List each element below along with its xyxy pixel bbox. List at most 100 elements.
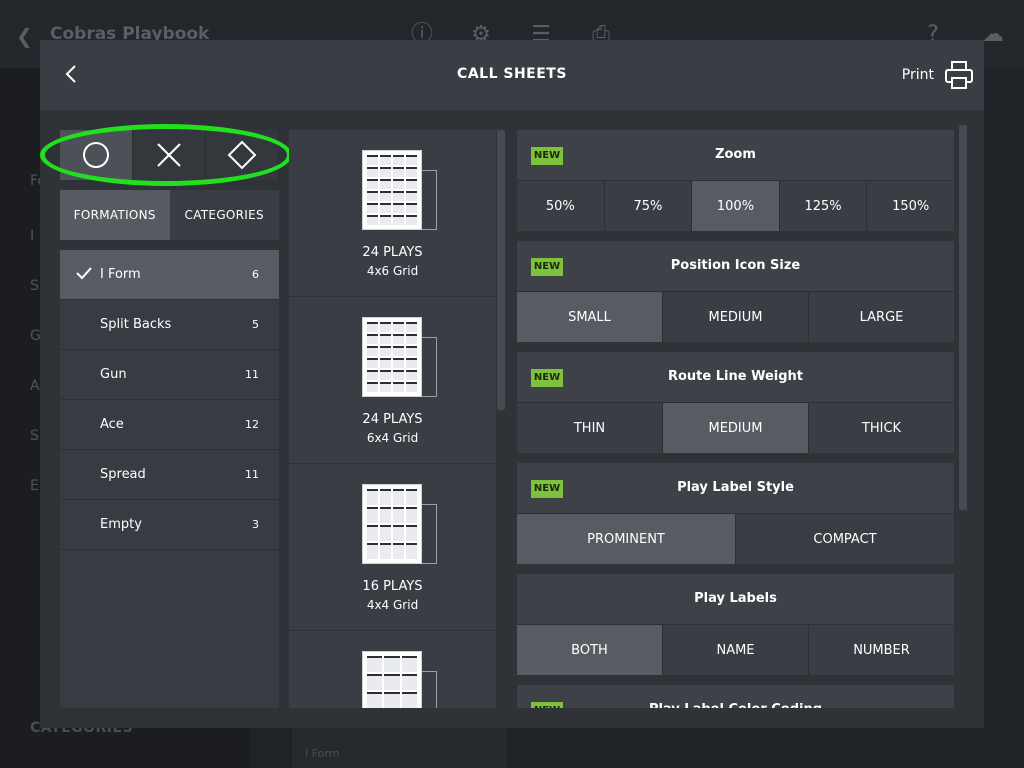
formation-name: Split Backs <box>100 317 172 332</box>
option-button[interactable]: NUMBER <box>809 625 954 675</box>
thumbnail-cell <box>367 507 378 523</box>
option-button[interactable]: THIN <box>517 403 663 453</box>
background-sidebar-item: I <box>30 228 35 244</box>
thumbnail-cell <box>380 382 391 392</box>
thumbnail-cell <box>393 167 404 177</box>
thumbnail-cell <box>367 346 378 356</box>
formation-item-ace[interactable]: Ace 12 <box>60 400 279 450</box>
shape-diamond-button[interactable] <box>206 130 279 180</box>
settings-panel: NEW Zoom 50% 75% 100% 125% 150% NEW Position Ico… <box>517 130 954 708</box>
layout-card[interactable] <box>289 631 496 708</box>
layout-card[interactable]: 16 PLAYS 4x4 Grid <box>289 464 496 631</box>
option-button[interactable]: COMPACT <box>736 514 954 564</box>
setting-play-label-color-coding: NEWPlay Label Color Coding <box>517 685 954 708</box>
setting-title: Route Line Weight <box>667 369 803 384</box>
thumbnail-cell <box>393 507 404 523</box>
option-button[interactable]: NAME <box>663 625 809 675</box>
formation-name: I Form <box>100 267 141 282</box>
thumbnail-cell <box>367 334 378 344</box>
layout-plays: 24 PLAYS <box>362 245 423 260</box>
thumbnail-cell <box>406 358 417 368</box>
layout-thumbnail <box>362 484 422 564</box>
option-button[interactable]: 50% <box>517 181 605 231</box>
thumbnail-cell <box>367 692 383 708</box>
formation-name: Spread <box>100 467 146 482</box>
thumbnail-cell <box>393 215 404 225</box>
option-button[interactable]: 125% <box>779 181 868 231</box>
formation-count: 12 <box>245 418 259 431</box>
formation-item-split-backs[interactable]: Split Backs 5 <box>60 300 279 350</box>
layout-card[interactable]: 24 PLAYS 4x6 Grid <box>289 130 496 297</box>
formation-item-i-form[interactable]: I Form 6 <box>60 250 279 300</box>
option-button[interactable]: MEDIUM <box>663 292 809 342</box>
option-button[interactable]: 100% <box>692 181 780 231</box>
formation-count: 5 <box>252 318 259 331</box>
formation-item-empty[interactable]: Empty 3 <box>60 500 279 550</box>
setting-header: NEW Position Icon Size <box>517 241 954 291</box>
thumbnail-cell <box>367 179 378 189</box>
layout-grid: 4x6 Grid <box>366 264 419 278</box>
option-button[interactable]: 150% <box>867 181 954 231</box>
thumbnail-cell <box>367 656 383 672</box>
formation-count: 6 <box>252 268 259 281</box>
thumbnail-cell <box>380 358 391 368</box>
layout-list: 24 PLAYS 4x6 Grid 24 PLAYS 6x4 Grid 16 P… <box>289 130 496 708</box>
option-button[interactable]: PROMINENT <box>517 514 736 564</box>
layout-plays: 24 PLAYS <box>362 412 423 427</box>
thumbnail-cell <box>406 370 417 380</box>
diamond-icon <box>227 140 257 170</box>
thumbnail-cell <box>380 507 391 523</box>
option-button[interactable]: 75% <box>604 181 693 231</box>
print-button[interactable]: Print <box>902 58 974 92</box>
thumbnail-cell <box>380 334 391 344</box>
formation-item-spread[interactable]: Spread 11 <box>60 450 279 500</box>
setting-header: NEW Route Line Weight <box>517 352 954 402</box>
setting-header: Play Labels <box>517 574 954 624</box>
thumbnail-cell <box>380 370 391 380</box>
formation-name: Empty <box>100 517 142 532</box>
thumbnail-cell <box>384 674 400 690</box>
thumbnail-cell <box>393 191 404 201</box>
layout-card[interactable]: 24 PLAYS 6x4 Grid <box>289 297 496 464</box>
option-button[interactable]: THICK <box>809 403 954 453</box>
thumbnail-cell <box>401 674 417 690</box>
thumbnail-cell <box>393 543 404 559</box>
layout-thumbnail <box>362 651 422 708</box>
shape-circle-button[interactable] <box>60 130 133 180</box>
thumbnail-cell <box>393 203 404 213</box>
thumbnail-cell <box>367 525 378 541</box>
option-button[interactable]: SMALL <box>517 292 663 342</box>
thumbnail-cell <box>406 489 417 505</box>
thumbnail-cell <box>367 167 378 177</box>
thumbnail-cell <box>380 155 391 165</box>
shape-x-button[interactable] <box>133 130 206 180</box>
thumbnail-cell <box>393 155 404 165</box>
thumbnail-cell <box>367 358 378 368</box>
option-button[interactable]: MEDIUM <box>663 403 809 453</box>
call-sheets-modal: CALL SHEETS Print FORMATIONS CATEGORIES … <box>40 40 984 728</box>
formation-item-gun[interactable]: Gun 11 <box>60 350 279 400</box>
thumbnail-cell <box>380 215 391 225</box>
layouts-scrollbar[interactable] <box>497 130 505 410</box>
thumbnail-cell <box>367 382 378 392</box>
thumbnail-cell <box>406 525 417 541</box>
option-button[interactable]: LARGE <box>809 292 954 342</box>
thumbnail-cell <box>406 346 417 356</box>
thumbnail-cell <box>380 346 391 356</box>
thumbnail-cell <box>380 489 391 505</box>
layout-grid: 6x4 Grid <box>366 431 419 445</box>
settings-scrollbar[interactable] <box>959 125 967 510</box>
setting-options: SMALL MEDIUM LARGE <box>517 292 954 342</box>
categories-tab[interactable]: CATEGORIES <box>169 190 279 240</box>
thumbnail-cell <box>401 656 417 672</box>
setting-title: Play Labels <box>694 591 777 606</box>
thumbnail-cell <box>393 525 404 541</box>
thumbnail-cell <box>393 334 404 344</box>
thumbnail-cell <box>393 179 404 189</box>
formations-tab[interactable]: FORMATIONS <box>60 190 170 240</box>
setting-options: 50% 75% 100% 125% 150% <box>517 181 954 231</box>
thumbnail-cell <box>380 525 391 541</box>
checkmark-icon <box>76 267 92 280</box>
option-button[interactable]: BOTH <box>517 625 663 675</box>
modal-header: CALL SHEETS Print <box>40 40 984 110</box>
